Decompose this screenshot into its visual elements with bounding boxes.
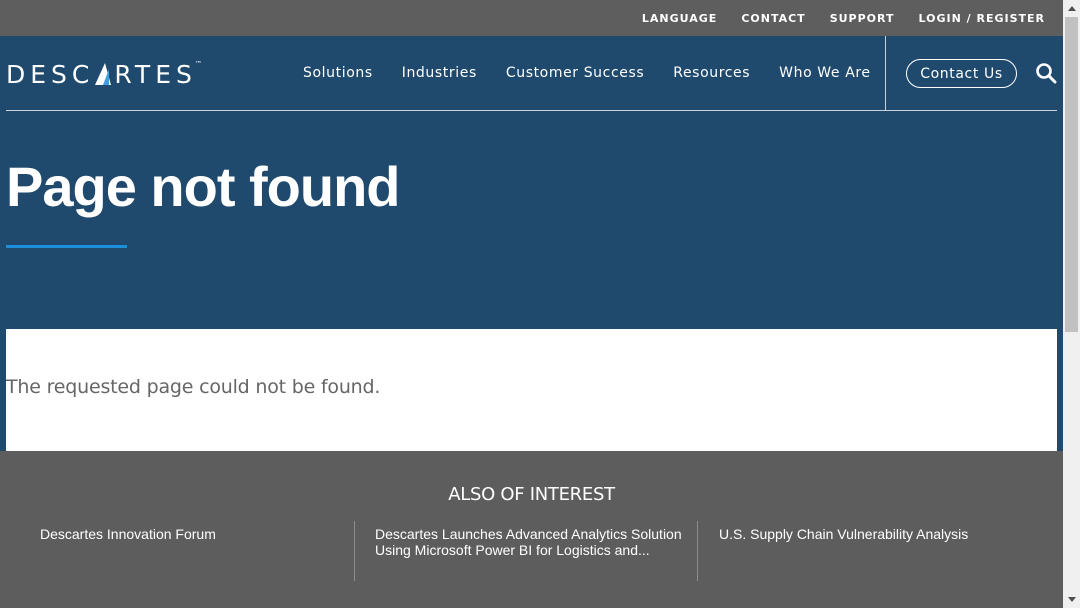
nav-divider — [885, 36, 886, 110]
utility-link-login-register[interactable]: LOGIN / REGISTER — [919, 12, 1046, 25]
primary-nav: Solutions Industries Customer Success Re… — [303, 36, 900, 110]
logo-wedge-icon — [95, 63, 112, 85]
nav-item-who-we-are[interactable]: Who We Are — [779, 65, 870, 81]
content-card: The requested page could not be found. — [6, 329, 1057, 451]
interest-link-innovation-forum[interactable]: Descartes Innovation Forum — [40, 526, 330, 542]
utility-link-language[interactable]: LANGUAGE — [642, 12, 717, 25]
nav-item-industries[interactable]: Industries — [402, 65, 477, 81]
scroll-down-arrow-icon[interactable] — [1063, 591, 1080, 608]
page-title: Page not found — [6, 155, 401, 218]
interest-link-advanced-analytics[interactable]: Descartes Launches Advanced Analytics So… — [375, 526, 685, 558]
title-underline — [6, 245, 127, 248]
interest-divider — [697, 521, 698, 581]
logo-text-start: DESC — [6, 59, 95, 89]
nav-item-solutions[interactable]: Solutions — [303, 65, 373, 81]
utility-bar: LANGUAGE CONTACT SUPPORT LOGIN / REGISTE… — [0, 0, 1063, 36]
also-of-interest-section: ALSO OF INTEREST Descartes Innovation Fo… — [0, 451, 1063, 608]
nav-item-customer-success[interactable]: Customer Success — [506, 65, 644, 81]
logo-trademark: ™ — [194, 60, 202, 68]
not-found-message: The requested page could not be found. — [6, 376, 381, 398]
contact-us-button[interactable]: Contact Us — [906, 59, 1017, 88]
utility-link-contact[interactable]: CONTACT — [741, 12, 805, 25]
main-nav: DESC RTES ™ Solutions Industries Custome… — [0, 36, 1063, 110]
logo-text-end: RTES — [114, 59, 197, 89]
search-icon[interactable] — [1035, 62, 1057, 84]
interest-link-supply-chain-analysis[interactable]: U.S. Supply Chain Vulnerability Analysis — [719, 526, 1019, 542]
nav-item-resources[interactable]: Resources — [673, 65, 750, 81]
descartes-logo[interactable]: DESC RTES ™ — [6, 59, 202, 89]
scrollbar-thumb[interactable] — [1065, 17, 1078, 332]
also-of-interest-heading: ALSO OF INTEREST — [448, 484, 615, 505]
scroll-up-arrow-icon[interactable] — [1063, 0, 1080, 17]
vertical-scrollbar[interactable] — [1063, 0, 1080, 608]
interest-divider — [354, 521, 355, 581]
utility-links: LANGUAGE CONTACT SUPPORT LOGIN / REGISTE… — [618, 0, 1045, 36]
nav-bottom-divider — [6, 110, 1057, 111]
utility-link-support[interactable]: SUPPORT — [830, 12, 895, 25]
